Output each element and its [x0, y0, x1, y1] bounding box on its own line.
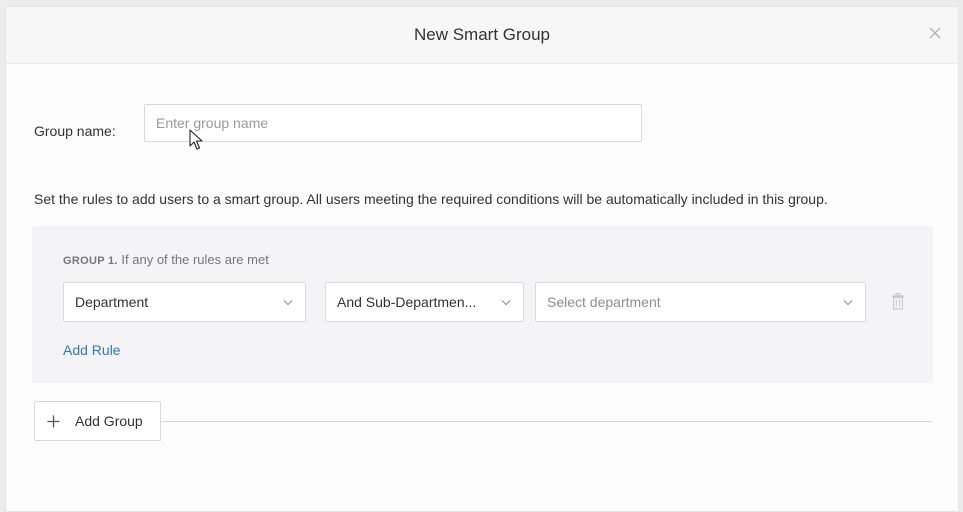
chevron-down-icon: [843, 300, 853, 306]
rule-field-value: Department: [75, 294, 149, 310]
group-name-label: Group name:: [34, 123, 116, 139]
group-condition: If any of the rules are met: [121, 252, 269, 267]
add-rule-link[interactable]: Add Rule: [63, 342, 121, 358]
rule-operator-select[interactable]: And Sub-Departmen...: [325, 282, 524, 322]
department-select-placeholder: Select department: [547, 294, 661, 310]
plus-icon: [47, 415, 60, 428]
new-smart-group-modal: New Smart Group Group name: Set the rule…: [5, 6, 959, 512]
add-group-label: Add Group: [75, 413, 143, 429]
modal-header: New Smart Group: [6, 7, 958, 64]
chevron-down-icon: [283, 300, 293, 306]
divider: [161, 421, 932, 422]
add-group-button[interactable]: Add Group: [34, 401, 161, 441]
rules-description: Set the rules to add users to a smart gr…: [34, 191, 828, 207]
rule-operator-value: And Sub-Departmen...: [337, 294, 477, 310]
group-heading: GROUP 1. If any of the rules are met: [63, 252, 269, 267]
rule-field-select[interactable]: Department: [63, 282, 306, 322]
close-icon[interactable]: [926, 24, 944, 42]
trash-icon[interactable]: [891, 293, 905, 310]
chevron-down-icon: [501, 300, 511, 306]
group-name-input[interactable]: [144, 104, 642, 142]
rule-group-1: GROUP 1. If any of the rules are met Dep…: [32, 226, 933, 383]
group-number: GROUP 1.: [63, 255, 118, 267]
department-select[interactable]: Select department: [535, 282, 866, 322]
modal-title: New Smart Group: [413, 25, 551, 44]
